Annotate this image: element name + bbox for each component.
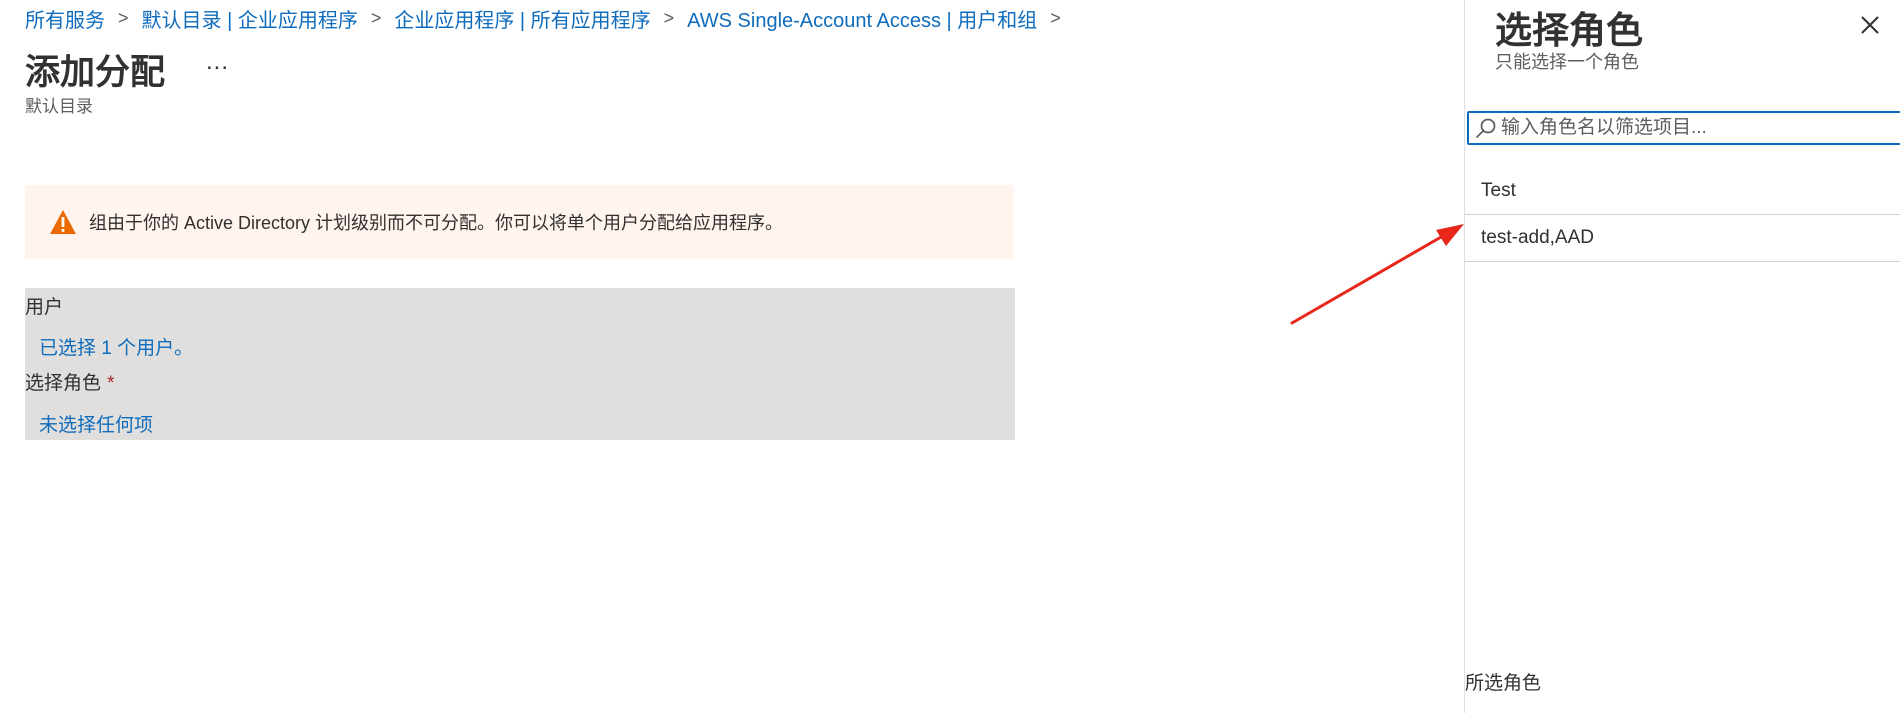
breadcrumb-users-groups[interactable]: AWS Single-Account Access | 用户和组: [687, 4, 1037, 33]
close-icon[interactable]: [1859, 14, 1881, 36]
more-options-button[interactable]: ...: [206, 48, 229, 76]
page-subtitle: 默认目录: [25, 97, 93, 116]
breadcrumb-enterprise-apps[interactable]: 默认目录 | 企业应用程序: [142, 4, 358, 33]
required-mark: *: [107, 373, 115, 394]
page-title: 添加分配: [25, 53, 166, 92]
breadcrumb-separator: >: [1050, 8, 1061, 28]
panel-title: 选择角色: [1495, 10, 1643, 51]
warning-text: 组由于你的 Active Directory 计划级别而不可分配。你可以将单个用…: [89, 213, 784, 233]
role-item-test[interactable]: Test: [1465, 168, 1900, 215]
users-label: 用户: [25, 297, 64, 318]
role-search-box[interactable]: [1467, 111, 1900, 145]
users-selection-link[interactable]: 已选择 1 个用户。: [39, 333, 193, 360]
selected-role-label: 所选角色: [1465, 673, 1542, 694]
warning-banner: 组由于你的 Active Directory 计划级别而不可分配。你可以将单个用…: [25, 185, 1014, 259]
breadcrumb-separator: >: [663, 8, 675, 28]
breadcrumb-all-apps[interactable]: 企业应用程序 | 所有应用程序: [394, 4, 650, 33]
role-list: Test test-add,AAD: [1465, 168, 1900, 262]
select-role-panel: 选择角色 只能选择一个角色 Test test-add,AAD 所选角色: [1464, 0, 1900, 713]
role-label-text: 选择角色: [25, 373, 102, 394]
breadcrumb: 所有服务 > 默认目录 | 企业应用程序 > 企业应用程序 | 所有应用程序 >…: [25, 4, 1074, 33]
warning-icon: [50, 210, 76, 234]
breadcrumb-separator: >: [370, 8, 382, 28]
panel-subtitle: 只能选择一个角色: [1495, 52, 1639, 72]
breadcrumb-all-services[interactable]: 所有服务: [25, 4, 105, 33]
role-item-test-add-aad[interactable]: test-add,AAD: [1465, 215, 1900, 262]
role-label: 选择角色 *: [25, 368, 114, 395]
search-icon: [1476, 118, 1496, 138]
role-selection-link[interactable]: 未选择任何项: [39, 410, 153, 437]
role-search-input[interactable]: [1501, 117, 1881, 139]
assignment-panel: 用户 已选择 1 个用户。 选择角色 * 未选择任何项: [25, 288, 1015, 440]
annotation-arrow: [1290, 224, 1464, 325]
breadcrumb-separator: >: [118, 8, 129, 28]
